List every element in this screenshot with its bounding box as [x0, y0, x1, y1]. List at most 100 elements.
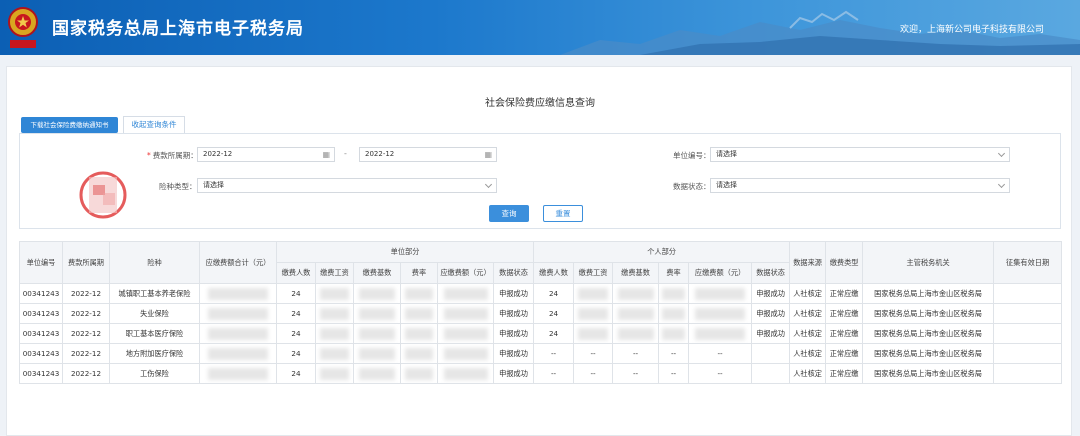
col-insurance: 险种 — [109, 241, 200, 284]
cell-unit-no: 00341243 — [19, 303, 63, 324]
query-button[interactable]: 查询 — [489, 205, 529, 222]
cell-unit-status: 申报成功 — [492, 303, 535, 324]
cell-p-wage — [573, 323, 614, 344]
table-row: 00341243 2022-12 地方附加医疗保险 24 申报成功 -- -- -- -- -- 人… — [19, 343, 1063, 364]
col-unit-base: 缴费基数 — [353, 262, 401, 284]
redaction-blur — [661, 287, 686, 300]
redaction-blur — [577, 287, 609, 300]
cell-unit-status: 申报成功 — [492, 363, 535, 384]
cell-total — [199, 303, 277, 324]
period-end-input[interactable]: 2022-12 ▦ — [359, 147, 497, 162]
data-status-select[interactable]: 请选择 — [710, 178, 1010, 193]
cell-p-count: -- — [533, 363, 575, 384]
cell-insurance: 城镇职工基本养老保险 — [109, 283, 200, 304]
redaction-blur — [443, 327, 488, 340]
redaction-blur — [617, 287, 654, 300]
cell-unit-rate — [400, 323, 438, 344]
redaction-blur — [443, 347, 488, 360]
cell-unit-count: 24 — [276, 323, 316, 344]
cell-unit-amount — [437, 363, 494, 384]
redaction-blur — [319, 327, 350, 340]
redaction-blur — [577, 327, 609, 340]
chevron-down-icon — [997, 149, 1006, 158]
period-label: * 费款所属期： — [147, 151, 198, 160]
cell-fee-type: 正常应缴 — [825, 363, 864, 384]
cell-unit-base — [353, 303, 401, 324]
cell-p-base: -- — [612, 363, 660, 384]
col-p-count: 缴费人数 — [533, 262, 575, 284]
redaction-blur — [319, 287, 350, 300]
cell-p-amount — [688, 323, 753, 344]
redaction-blur — [358, 327, 396, 340]
col-fee-type: 缴费类型 — [825, 241, 864, 284]
reset-button[interactable]: 重置 — [543, 205, 583, 222]
cell-valid-date — [993, 323, 1063, 344]
cell-unit-amount — [437, 303, 494, 324]
cell-valid-date — [993, 303, 1063, 324]
insurance-type-select[interactable]: 请选择 — [197, 178, 497, 193]
cell-unit-rate — [400, 363, 438, 384]
cell-unit-status: 申报成功 — [492, 283, 535, 304]
col-p-wage: 缴费工资 — [573, 262, 614, 284]
period-start-input[interactable]: 2022-12 ▦ — [197, 147, 335, 162]
redaction-blur — [617, 307, 654, 320]
cell-office: 国家税务总局上海市金山区税务局 — [862, 343, 995, 364]
cell-p-status: 申报成功 — [751, 303, 791, 324]
redaction-blur — [358, 287, 396, 300]
cell-p-amount: -- — [688, 343, 753, 364]
cell-insurance: 地方附加医疗保险 — [109, 343, 200, 364]
redaction-blur — [358, 367, 396, 380]
cell-unit-wage — [315, 363, 354, 384]
redaction-blur — [661, 327, 686, 340]
cell-unit-amount — [437, 343, 494, 364]
cell-unit-amount — [437, 323, 494, 344]
col-tax-office: 主管税务机关 — [862, 241, 995, 284]
cell-office: 国家税务总局上海市金山区税务局 — [862, 363, 995, 384]
cell-unit-base — [353, 363, 401, 384]
cell-unit-no: 00341243 — [19, 343, 63, 364]
cell-p-count: 24 — [533, 283, 575, 304]
cell-p-count: -- — [533, 343, 575, 364]
site-header: 国家税务总局上海市电子税务局 欢迎，上海新公司电子科技有限公司 — [0, 0, 1080, 55]
site-title: 国家税务总局上海市电子税务局 — [52, 19, 304, 39]
cell-p-status — [751, 363, 791, 384]
cell-unit-wage — [315, 323, 354, 344]
cell-unit-amount — [437, 283, 494, 304]
redaction-blur — [695, 307, 745, 320]
cell-period: 2022-12 — [62, 363, 110, 384]
page-title: 社会保险费应缴信息查询 — [485, 98, 595, 109]
cell-valid-date — [993, 343, 1063, 364]
redaction-blur — [617, 327, 654, 340]
table-row: 00341243 2022-12 失业保险 24 申报成功 24 申报成功 人社核定 正常应缴国… — [19, 303, 1063, 324]
col-unit-part: 单位部分 — [275, 241, 535, 263]
cell-unit-rate — [400, 343, 438, 364]
redaction-blur — [319, 307, 350, 320]
cell-unit-no: 00341243 — [19, 323, 63, 344]
col-p-base: 缴费基数 — [612, 262, 660, 284]
table-row: 00341243 2022-12 城镇职工基本养老保险 24 申报成功 24 申报成功 人社核… — [19, 283, 1063, 304]
redaction-blur — [207, 347, 269, 360]
col-p-rate: 费率 — [658, 262, 690, 284]
col-p-status: 数据状态 — [751, 262, 791, 284]
cell-unit-base — [353, 283, 401, 304]
redaction-blur — [207, 327, 269, 340]
data-status-label: 数据状态： — [673, 182, 711, 191]
cell-unit-status: 申报成功 — [492, 323, 535, 344]
cell-p-base: -- — [612, 343, 660, 364]
cell-p-rate — [658, 283, 690, 304]
cell-period: 2022-12 — [62, 323, 110, 344]
cell-unit-count: 24 — [276, 283, 316, 304]
redaction-blur — [358, 307, 396, 320]
redaction-blur — [319, 347, 350, 360]
range-dash: - — [344, 149, 347, 158]
collapse-query-tab[interactable]: 收起查询条件 — [123, 116, 185, 134]
redaction-blur — [661, 307, 686, 320]
unit-no-select[interactable]: 请选择 — [710, 147, 1010, 162]
cell-valid-date — [993, 363, 1063, 384]
download-notice-button[interactable]: 下载社会保险费缴纳通知书 — [21, 117, 118, 133]
cell-office: 国家税务总局上海市金山区税务局 — [862, 303, 995, 324]
cell-unit-wage — [315, 343, 354, 364]
cell-fee-type: 正常应缴 — [825, 303, 864, 324]
redaction-blur — [404, 327, 434, 340]
tax-emblem-icon — [8, 7, 38, 48]
